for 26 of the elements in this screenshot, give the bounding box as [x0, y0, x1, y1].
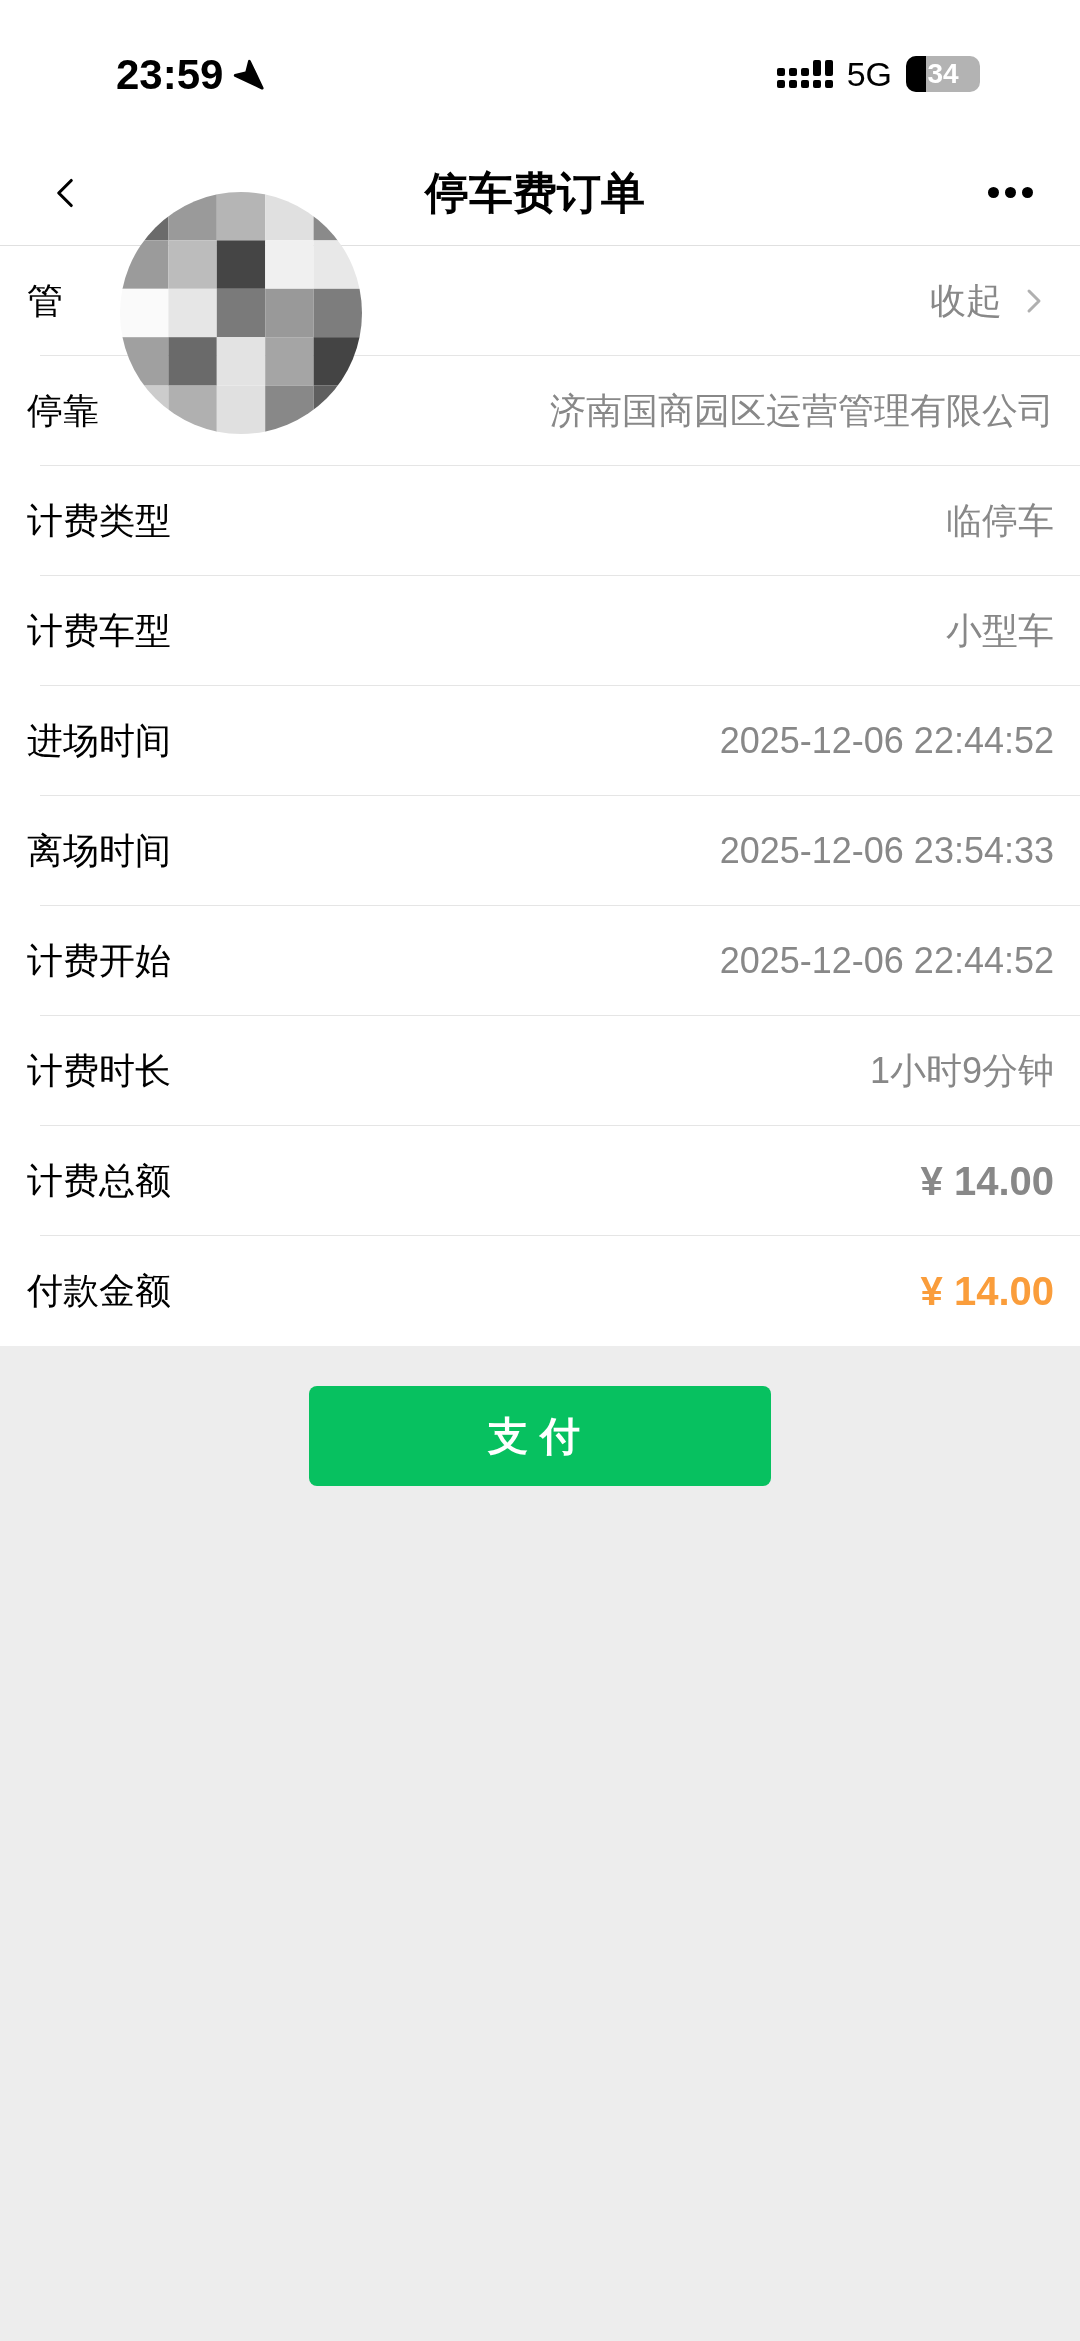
row-value: 小型车 — [946, 609, 1054, 653]
pay-button[interactable]: 支付 — [309, 1386, 771, 1486]
row-label: 离场时间 — [27, 829, 171, 873]
row-label: 进场时间 — [27, 719, 171, 763]
collapse-toggle[interactable]: 收起 — [930, 274, 1054, 328]
row-label: 计费总额 — [27, 1159, 171, 1203]
battery-indicator: 34 — [906, 56, 980, 92]
row-value: 2025-12-06 23:54:33 — [719, 829, 1054, 873]
network-label: 5G — [846, 53, 892, 95]
row-value: 1小时9分钟 — [869, 1049, 1054, 1093]
row-label: 管 — [27, 279, 63, 323]
row-value: 济南国商园区运营管理有限公司 — [550, 389, 1054, 433]
page-title: 停车费订单 — [425, 166, 645, 219]
row-value: ¥ 14.00 — [920, 1158, 1054, 1205]
row-label: 计费类型 — [27, 499, 171, 543]
row-value: 2025-12-06 22:44:52 — [719, 719, 1054, 763]
row-value: 临停车 — [946, 499, 1054, 543]
row-label: 计费开始 — [27, 939, 171, 983]
row-value: ¥ 14.00 — [920, 1268, 1054, 1315]
row-value: 2025-12-06 22:44:52 — [719, 939, 1054, 983]
row-label: 计费时长 — [27, 1049, 171, 1093]
status-time: 23:59 — [116, 49, 224, 100]
row-label: 计费车型 — [27, 609, 171, 653]
location-icon — [231, 57, 266, 91]
row-label: 停靠 — [27, 389, 99, 433]
row-label: 付款金额 — [27, 1269, 171, 1313]
